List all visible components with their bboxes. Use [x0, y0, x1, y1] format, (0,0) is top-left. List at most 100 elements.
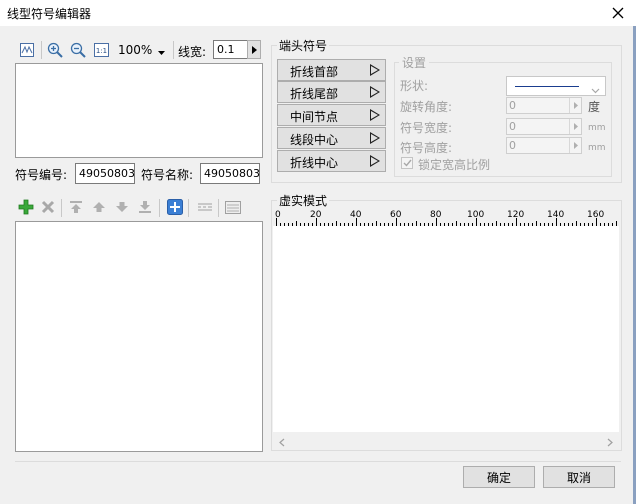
ruler-tick	[428, 223, 429, 226]
ruler-tick	[300, 223, 301, 226]
line-width-spin-button[interactable]	[247, 40, 261, 59]
toolbar-separator	[159, 199, 160, 217]
polyline-end-button[interactable]: 折线尾部	[277, 81, 386, 103]
width-input[interactable]: 0	[506, 118, 582, 135]
line-width-input[interactable]: 0.1	[213, 40, 248, 59]
symbol-name-input[interactable]: 49050803	[200, 163, 260, 184]
ruler-tick	[492, 223, 493, 226]
ruler-tick	[280, 223, 281, 226]
ruler-label: 60	[390, 210, 402, 220]
waveform-icon[interactable]	[17, 40, 37, 60]
zoom-value: 100%	[118, 43, 153, 57]
ruler-tick	[384, 223, 385, 226]
toolbar-separator	[41, 41, 42, 59]
polyline-end-label: 折线尾部	[290, 87, 339, 101]
width-label: 符号宽度:	[400, 121, 453, 135]
ruler-tick	[568, 223, 569, 226]
add-icon[interactable]	[16, 197, 36, 217]
close-icon[interactable]	[607, 2, 629, 24]
ruler-tick	[332, 223, 333, 226]
ruler-tick	[528, 223, 529, 226]
ruler-tick	[400, 223, 401, 226]
polyline-start-button[interactable]: 折线首部	[277, 59, 386, 81]
ruler-tick	[376, 221, 377, 226]
symbol-preview-canvas[interactable]	[15, 63, 263, 158]
height-label: 符号高度:	[400, 141, 453, 155]
move-down-icon[interactable]	[112, 197, 132, 217]
ruler-tick	[572, 223, 573, 226]
dash-mode-group-label: 虚实模式	[277, 192, 330, 209]
polyline-center-label: 折线中心	[290, 156, 339, 170]
ruler-tick	[544, 223, 545, 226]
move-bottom-icon[interactable]	[135, 197, 155, 217]
ruler-tick	[504, 223, 505, 226]
move-top-icon[interactable]	[66, 197, 86, 217]
horizontal-scrollbar[interactable]	[273, 432, 619, 449]
rotation-value: 0	[509, 99, 516, 112]
zoom-in-icon[interactable]	[45, 40, 65, 60]
polyline-start-label: 折线首部	[290, 65, 339, 79]
height-unit: mm	[588, 143, 606, 153]
actual-size-icon[interactable]: 1:1	[91, 40, 111, 60]
ruler-tick	[320, 223, 321, 226]
spin-right-icon[interactable]	[569, 138, 581, 153]
chevron-down-icon	[158, 45, 165, 59]
ruler-tick	[500, 223, 501, 226]
width-value: 0	[509, 120, 516, 133]
ruler-tick	[424, 223, 425, 226]
ruler-tick	[292, 223, 293, 226]
ruler-tick	[388, 223, 389, 226]
ruler-tick	[472, 223, 473, 226]
lock-ratio-checkbox[interactable]	[401, 157, 413, 169]
triangle-right-icon	[370, 132, 380, 144]
line-style-icon[interactable]	[195, 197, 215, 217]
insert-icon[interactable]	[165, 197, 185, 217]
segment-center-button[interactable]: 线段中心	[277, 127, 386, 149]
delete-icon[interactable]	[38, 197, 58, 217]
height-value: 0	[509, 139, 516, 152]
scroll-left-icon[interactable]	[279, 436, 285, 450]
end-symbol-group-label: 端头符号	[277, 37, 330, 54]
ruler-tick	[464, 223, 465, 226]
ruler-tick	[456, 221, 457, 226]
scroll-right-icon[interactable]	[607, 436, 613, 450]
ruler-label: 160	[587, 210, 605, 220]
rotation-label: 旋转角度:	[400, 100, 453, 114]
ruler-tick	[592, 223, 593, 226]
ruler-tick	[372, 223, 373, 226]
ruler-tick	[296, 221, 297, 226]
zoom-select[interactable]: 100%	[112, 39, 170, 61]
spin-right-icon[interactable]	[569, 98, 581, 113]
rotation-unit: 度	[588, 100, 601, 114]
ruler-tick	[600, 223, 601, 226]
shape-select[interactable]	[506, 76, 606, 96]
ruler-tick	[480, 223, 481, 226]
ruler-tick	[392, 223, 393, 226]
ruler-tick	[440, 223, 441, 226]
ruler-tick	[312, 223, 313, 226]
polyline-center-button[interactable]: 折线中心	[277, 150, 386, 172]
svg-text:1:1: 1:1	[95, 47, 106, 55]
cancel-button[interactable]: 取消	[543, 466, 615, 488]
rotation-input[interactable]: 0	[506, 97, 582, 114]
zoom-out-icon[interactable]	[68, 40, 88, 60]
symbol-code-input[interactable]: 49050803	[75, 163, 135, 184]
spin-right-icon[interactable]	[569, 119, 581, 134]
ruler-label: 20	[310, 210, 322, 220]
dash-mode-canvas[interactable]: 0 20 40 60 80 100 120 140 160	[273, 209, 619, 435]
element-list[interactable]	[15, 221, 263, 452]
ruler-tick	[448, 223, 449, 226]
ruler-tick	[404, 223, 405, 226]
symbol-code-label: 符号编号:	[15, 168, 68, 182]
ok-button[interactable]: 确定	[463, 466, 535, 488]
ruler-label: 120	[507, 210, 525, 220]
move-up-icon[interactable]	[89, 197, 109, 217]
footer-divider	[15, 461, 621, 462]
shape-label: 形状:	[400, 79, 429, 93]
properties-icon[interactable]	[223, 197, 243, 217]
middle-node-button[interactable]: 中间节点	[277, 104, 386, 126]
ruler-tick	[496, 221, 497, 226]
shape-line-preview	[515, 86, 579, 87]
height-input[interactable]: 0	[506, 137, 582, 154]
ruler-tick	[284, 223, 285, 226]
